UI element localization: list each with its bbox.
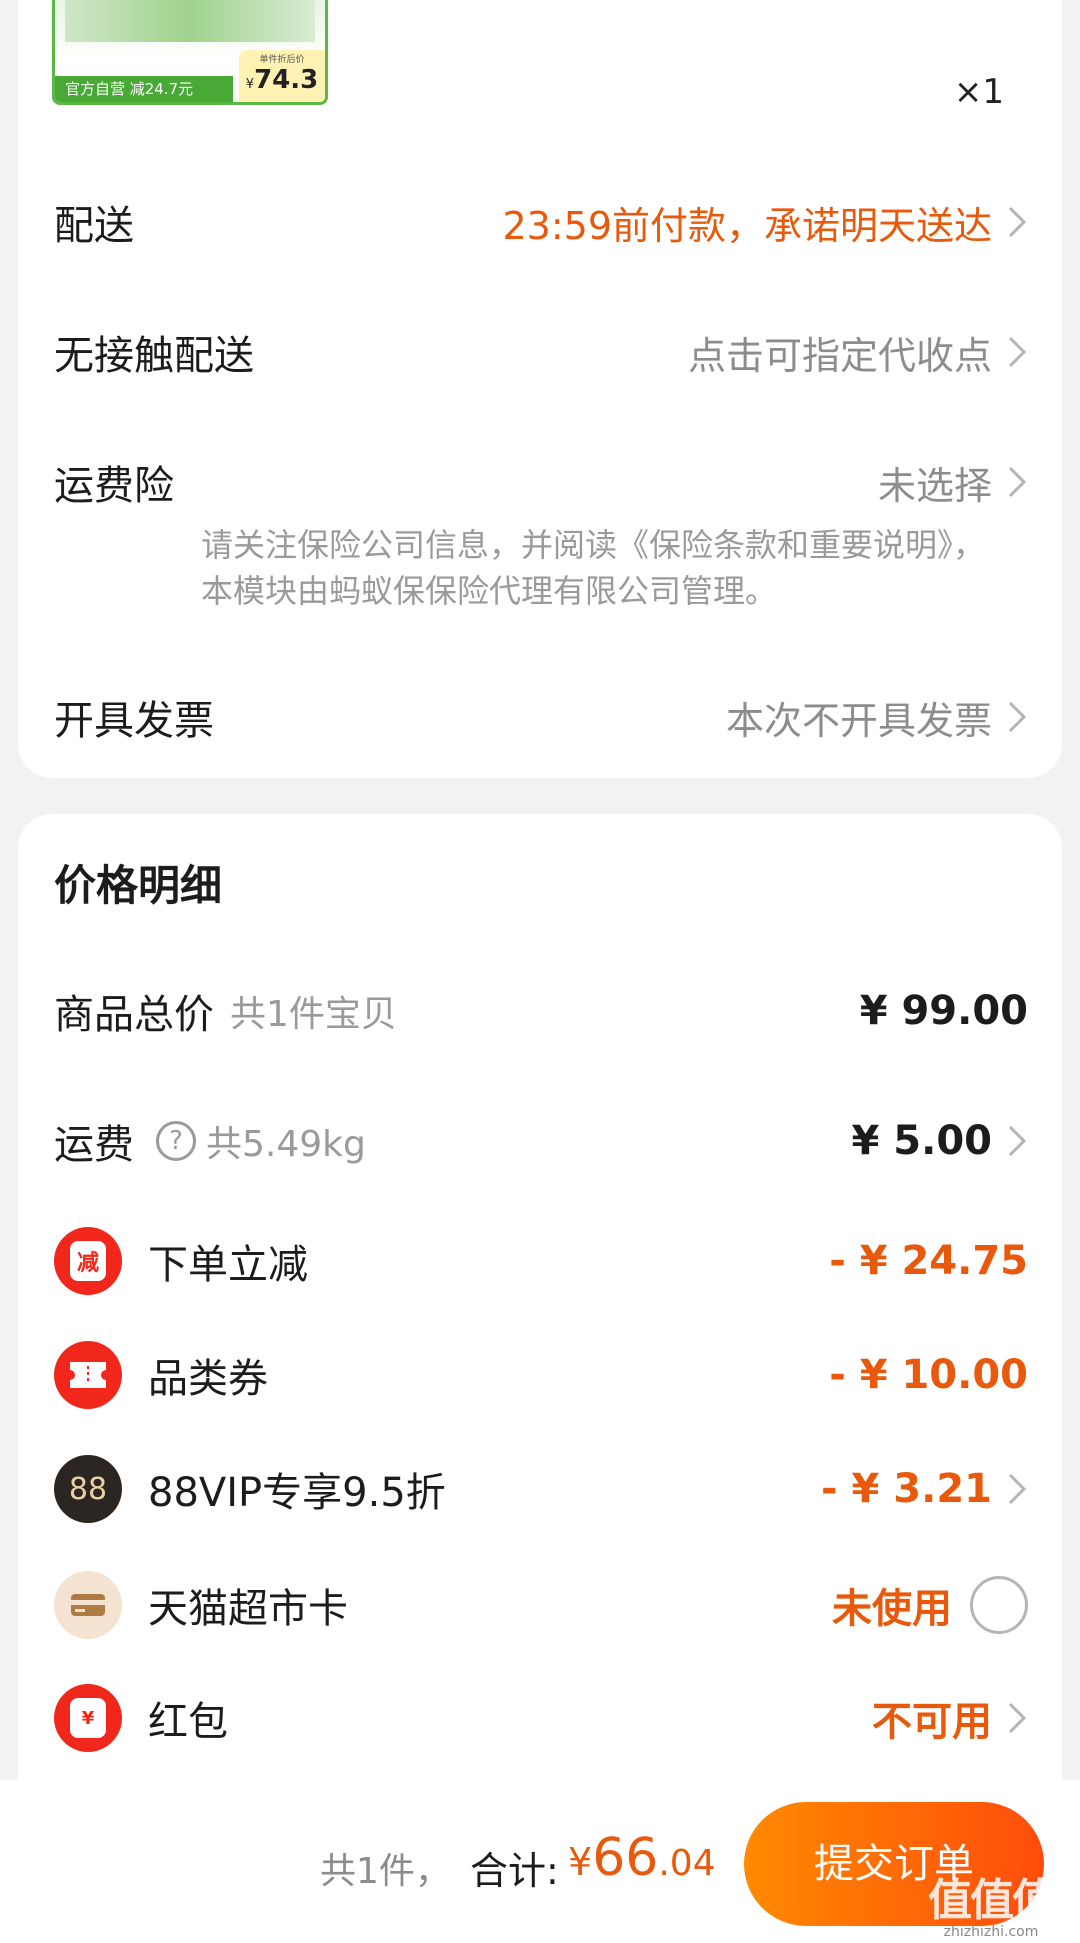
tmall-card-radio[interactable] <box>970 1576 1028 1634</box>
chevron-right-icon <box>1006 464 1028 500</box>
chevron-right-icon <box>1006 334 1028 370</box>
goods-total-row: 商品总价 共1件宝贝 ¥ 99.00 <box>54 976 1028 1046</box>
chevron-right-icon <box>1006 699 1028 735</box>
goods-total-label: 商品总价 <box>54 992 214 1038</box>
contactless-value: 点击可指定代收点 <box>687 333 992 378</box>
product-price: 74.3 <box>254 65 319 95</box>
price-detail-title: 价格明细 <box>54 861 223 910</box>
category-coupon-amount: - ¥ 10.00 <box>829 1352 1028 1398</box>
shipping-insurance-row[interactable]: 运费险 未选择 <box>54 452 1028 512</box>
chevron-right-icon <box>1006 1471 1028 1507</box>
total-label: 合计: <box>470 1849 559 1893</box>
price-yen: ¥ <box>245 77 255 92</box>
delivery-row[interactable]: 配送 23:59前付款，承诺明天送达 <box>54 192 1028 252</box>
item-count: 共1件， <box>320 1851 451 1892</box>
chevron-right-icon <box>1006 1700 1028 1736</box>
red-packet-label: 红包 <box>148 1699 228 1745</box>
vip-discount-amount: - ¥ 3.21 <box>821 1466 992 1512</box>
delivery-value: 23:59前付款，承诺明天送达 <box>502 203 992 248</box>
insurance-label: 运费险 <box>54 463 174 509</box>
vip-discount-row[interactable]: 88 88VIP专享9.5折 - ¥ 3.21 <box>54 1454 1028 1524</box>
red-packet-row[interactable]: ¥ 红包 不可用 <box>54 1683 1028 1753</box>
contactless-delivery-row[interactable]: 无接触配送 点击可指定代收点 <box>54 322 1028 382</box>
chevron-right-icon <box>1006 204 1028 240</box>
vip-88-icon: 88 <box>54 1455 122 1523</box>
red-packet-icon: ¥ <box>54 1684 122 1752</box>
chevron-right-icon <box>1006 1123 1028 1159</box>
instant-discount-label: 下单立减 <box>148 1242 308 1288</box>
card-icon <box>54 1571 122 1639</box>
tmall-card-status: 未使用 <box>832 1586 952 1632</box>
tmall-card-label: 天猫超市卡 <box>148 1586 348 1632</box>
red-packet-status: 不可用 <box>872 1699 992 1745</box>
discount-icon: 减 <box>54 1227 122 1295</box>
product-tag: 官方自营 减24.7元 <box>55 76 233 102</box>
insurance-value: 未选择 <box>877 463 992 508</box>
category-coupon-row: 品类券 - ¥ 10.00 <box>54 1340 1028 1410</box>
instant-discount-amount: - ¥ 24.75 <box>829 1238 1028 1284</box>
total-amount: ¥66.04 <box>568 1828 716 1888</box>
insurance-note: 请关注保险公司信息，并阅读《保险条款和重要说明》，本模块由蚂蚁保保险代理有限公司… <box>201 526 986 610</box>
shipping-weight: 共5.49kg <box>206 1124 366 1165</box>
delivery-label: 配送 <box>54 203 134 249</box>
goods-count: 共1件宝贝 <box>230 994 397 1035</box>
tmall-card-row[interactable]: 天猫超市卡 未使用 <box>54 1570 1028 1640</box>
goods-total-amount: ¥ 99.00 <box>859 988 1028 1034</box>
price-label: 单件折后价 <box>259 55 305 65</box>
product-price-box: 单件折后价 ¥74.3 <box>239 50 325 102</box>
product-quantity: ×1 <box>953 72 1004 112</box>
invoice-value: 本次不开具发票 <box>725 698 992 743</box>
product-thumbnail[interactable]: 官方自营 减24.7元 单件折后价 ¥74.3 <box>52 0 328 105</box>
help-icon[interactable]: ? <box>156 1121 196 1161</box>
category-coupon-label: 品类券 <box>148 1356 268 1402</box>
invoice-row[interactable]: 开具发票 本次不开具发票 <box>54 687 1028 747</box>
checkout-bar: 共1件， 合计: ¥66.04 提交订单 值值值 zhizhizhi.com <box>0 1780 1080 1943</box>
coupon-ticket-icon <box>54 1341 122 1409</box>
watermark: 值值值 zhizhizhi.com <box>916 1864 1066 1940</box>
order-options-card: 官方自营 减24.7元 单件折后价 ¥74.3 ×1 配送 23:59前付款，承… <box>18 0 1062 778</box>
contactless-label: 无接触配送 <box>54 333 254 379</box>
instant-discount-row: 减 下单立减 - ¥ 24.75 <box>54 1226 1028 1296</box>
shipping-fee-label: 运费 <box>54 1122 134 1168</box>
vip-discount-label: 88VIP专享9.5折 <box>148 1470 446 1516</box>
product-image <box>65 0 315 42</box>
shipping-fee-row[interactable]: 运费 ? 共5.49kg ¥ 5.00 <box>54 1106 1028 1176</box>
invoice-label: 开具发票 <box>54 698 214 744</box>
price-detail-card: 价格明细 商品总价 共1件宝贝 ¥ 99.00 运费 ? 共5.49kg ¥ 5… <box>18 814 1062 1814</box>
shipping-fee-amount: ¥ 5.00 <box>851 1118 992 1164</box>
watermark-logo: 值值值 <box>928 1875 1056 1926</box>
